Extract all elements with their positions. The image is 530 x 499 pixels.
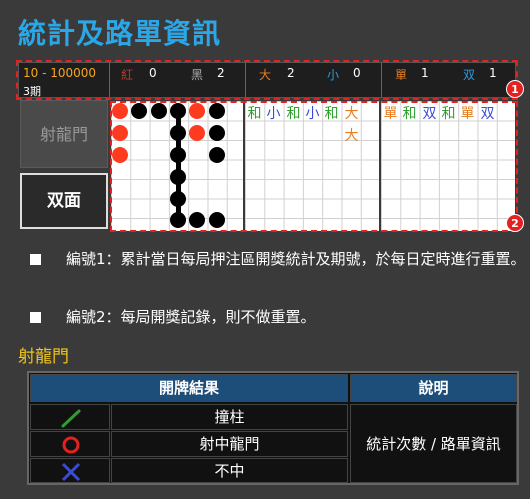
tab-double[interactable]: 双面 bbox=[20, 173, 108, 229]
road-cell: 單 bbox=[383, 106, 398, 122]
road-dot-black bbox=[131, 103, 147, 119]
stat-small-label: 小 bbox=[327, 68, 340, 82]
red-circle-icon bbox=[62, 436, 80, 454]
stat-small-value: 0 bbox=[353, 66, 361, 80]
legend-header-description: 說明 bbox=[350, 374, 517, 402]
stat-red-value: 0 bbox=[149, 66, 157, 80]
badge-2: 2 bbox=[506, 214, 524, 232]
stats-row: 10 - 100000 紅 0 黑 2 大 2 小 0 單 1 双 1 bbox=[19, 66, 515, 82]
legend-row-label: 不中 bbox=[111, 458, 348, 483]
stat-black-value: 2 bbox=[217, 66, 225, 80]
page-title: 統計及路單資訊 bbox=[18, 17, 222, 50]
badge-1: 1 bbox=[506, 80, 524, 98]
stat-even-value: 1 bbox=[489, 66, 497, 80]
stat-even-label: 双 bbox=[463, 68, 476, 82]
road-cell: 双 bbox=[422, 106, 437, 122]
road-dot-black bbox=[209, 147, 225, 163]
road-cell: 双 bbox=[480, 106, 495, 122]
section-title: 射龍門 bbox=[18, 347, 69, 367]
road-cell: 單 bbox=[460, 106, 475, 122]
road-cell: 小 bbox=[305, 106, 320, 122]
road-cell: 和 bbox=[402, 106, 417, 122]
note-1-text: 編號1：累計當日每局押注區開獎統計及期號，於每日定時進行重置。 bbox=[66, 250, 526, 268]
road-dot-red bbox=[112, 103, 128, 119]
bet-range: 10 - 100000 bbox=[23, 66, 97, 80]
road-dot-black bbox=[209, 212, 225, 228]
note-1: 編號1：累計當日每局押注區開獎統計及期號，於每日定時進行重置。 bbox=[30, 248, 526, 294]
legend-row-label: 撞柱 bbox=[111, 404, 348, 430]
stat-odd-label: 單 bbox=[395, 68, 408, 82]
legend-icon-cell bbox=[30, 458, 110, 483]
road-dot-black bbox=[151, 103, 167, 119]
note-2-text: 編號2：每局開獎記錄，則不做重置。 bbox=[66, 308, 316, 326]
road-cell: 和 bbox=[286, 106, 301, 122]
blue-cross-icon bbox=[61, 462, 81, 482]
stat-big-value: 2 bbox=[287, 66, 295, 80]
stats-bar: 10 - 100000 紅 0 黑 2 大 2 小 0 單 1 双 1 3期 bbox=[18, 62, 516, 98]
road-dot-red bbox=[189, 103, 205, 119]
road-dots-grid bbox=[111, 101, 243, 231]
divider bbox=[109, 63, 110, 97]
period-count: 3期 bbox=[23, 85, 41, 98]
road-dot-black bbox=[189, 212, 205, 228]
tab-dragon-gate[interactable]: 射龍門 bbox=[20, 100, 108, 168]
road-cell: 和 bbox=[324, 106, 339, 122]
legend-icon-cell bbox=[30, 404, 110, 430]
divider bbox=[245, 63, 246, 97]
green-slash-icon bbox=[61, 409, 81, 428]
road-cell: 大 bbox=[344, 128, 359, 144]
legend-icon-cell bbox=[30, 431, 110, 457]
note-2: 編號2：每局開獎記錄，則不做重置。 bbox=[30, 306, 520, 330]
road-cell: 和 bbox=[441, 106, 456, 122]
stat-black-label: 黑 bbox=[191, 68, 204, 82]
road-oddeven-grid: 單 和 双 和 單 双 bbox=[381, 101, 515, 231]
stat-big-label: 大 bbox=[259, 68, 272, 82]
road-dot-black bbox=[209, 103, 225, 119]
road-dot-red bbox=[112, 125, 128, 141]
legend-row-label: 射中龍門 bbox=[111, 431, 348, 457]
road-connector bbox=[176, 109, 181, 221]
road-cell: 和 bbox=[247, 106, 262, 122]
legend-description: 統計次數 / 路單資訊 bbox=[350, 404, 517, 483]
stat-odd-value: 1 bbox=[421, 66, 429, 80]
bullet-square-icon bbox=[30, 254, 41, 265]
legend-header-result: 開牌結果 bbox=[30, 374, 348, 402]
legend-table: 開牌結果 說明 撞柱 射中龍門 不中 統計次數 / 路單資訊 bbox=[27, 371, 519, 485]
road-cell: 大 bbox=[344, 106, 359, 122]
bullet-square-icon bbox=[30, 312, 41, 323]
divider bbox=[381, 63, 382, 97]
road-dot-red bbox=[189, 125, 205, 141]
road-dot-black bbox=[209, 125, 225, 141]
stat-red-label: 紅 bbox=[121, 68, 134, 82]
road-cell: 小 bbox=[266, 106, 281, 122]
road-bigsmall-grid: 和 小 和 小 和 大 大 bbox=[245, 101, 379, 231]
road-dot-red bbox=[112, 147, 128, 163]
